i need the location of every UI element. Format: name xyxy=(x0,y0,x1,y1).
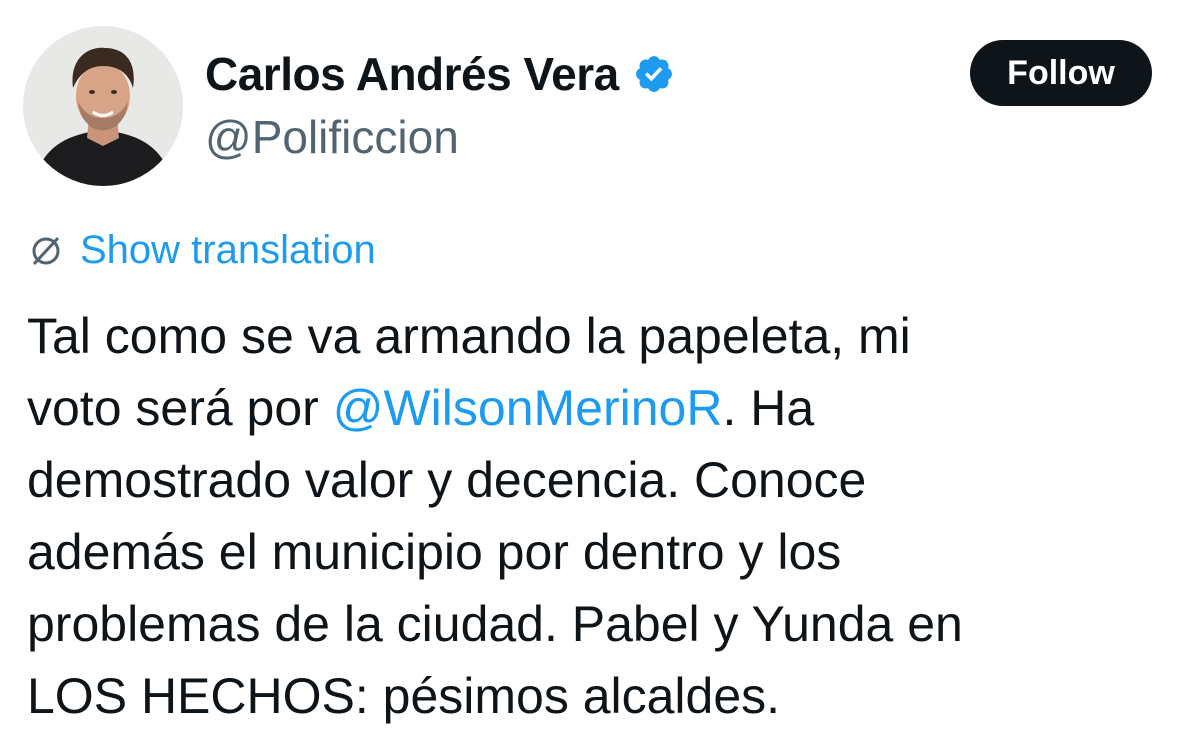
tweet-card: Carlos Andrés Vera @Polificcion Follow S… xyxy=(0,0,1200,750)
avatar[interactable] xyxy=(23,26,183,186)
verified-badge-icon[interactable] xyxy=(633,53,675,95)
tweet-text: Tal como se va armando la papeleta, mi v… xyxy=(27,300,1177,732)
tweet-line: problemas de la ciudad. Pabel y Yunda en xyxy=(27,596,963,652)
tweet-line: Tal como se va armando la papeleta, mi xyxy=(27,308,911,364)
mention-link[interactable]: @WilsonMerinoR xyxy=(333,380,723,436)
author-name-row: Carlos Andrés Vera xyxy=(205,44,675,104)
show-translation-link[interactable]: Show translation xyxy=(26,222,376,278)
follow-button[interactable]: Follow xyxy=(970,40,1152,106)
show-translation-label: Show translation xyxy=(80,227,376,272)
author-handle[interactable]: @Polificcion xyxy=(205,110,459,164)
tweet-text-segment: voto será por xyxy=(27,380,333,436)
tweet-text-segment: . Ha xyxy=(722,380,815,436)
display-name[interactable]: Carlos Andrés Vera xyxy=(205,47,619,101)
tweet-line: LOS HECHOS: pésimos alcaldes. xyxy=(27,668,781,724)
tweet-line: demostrado valor y decencia. Conoce xyxy=(27,452,867,508)
tweet-line: voto será por @WilsonMerinoR. Ha xyxy=(27,372,1177,444)
tweet-line: además el municipio por dentro y los xyxy=(27,524,842,580)
translate-globe-icon xyxy=(26,230,66,270)
avatar-photo xyxy=(23,26,183,186)
